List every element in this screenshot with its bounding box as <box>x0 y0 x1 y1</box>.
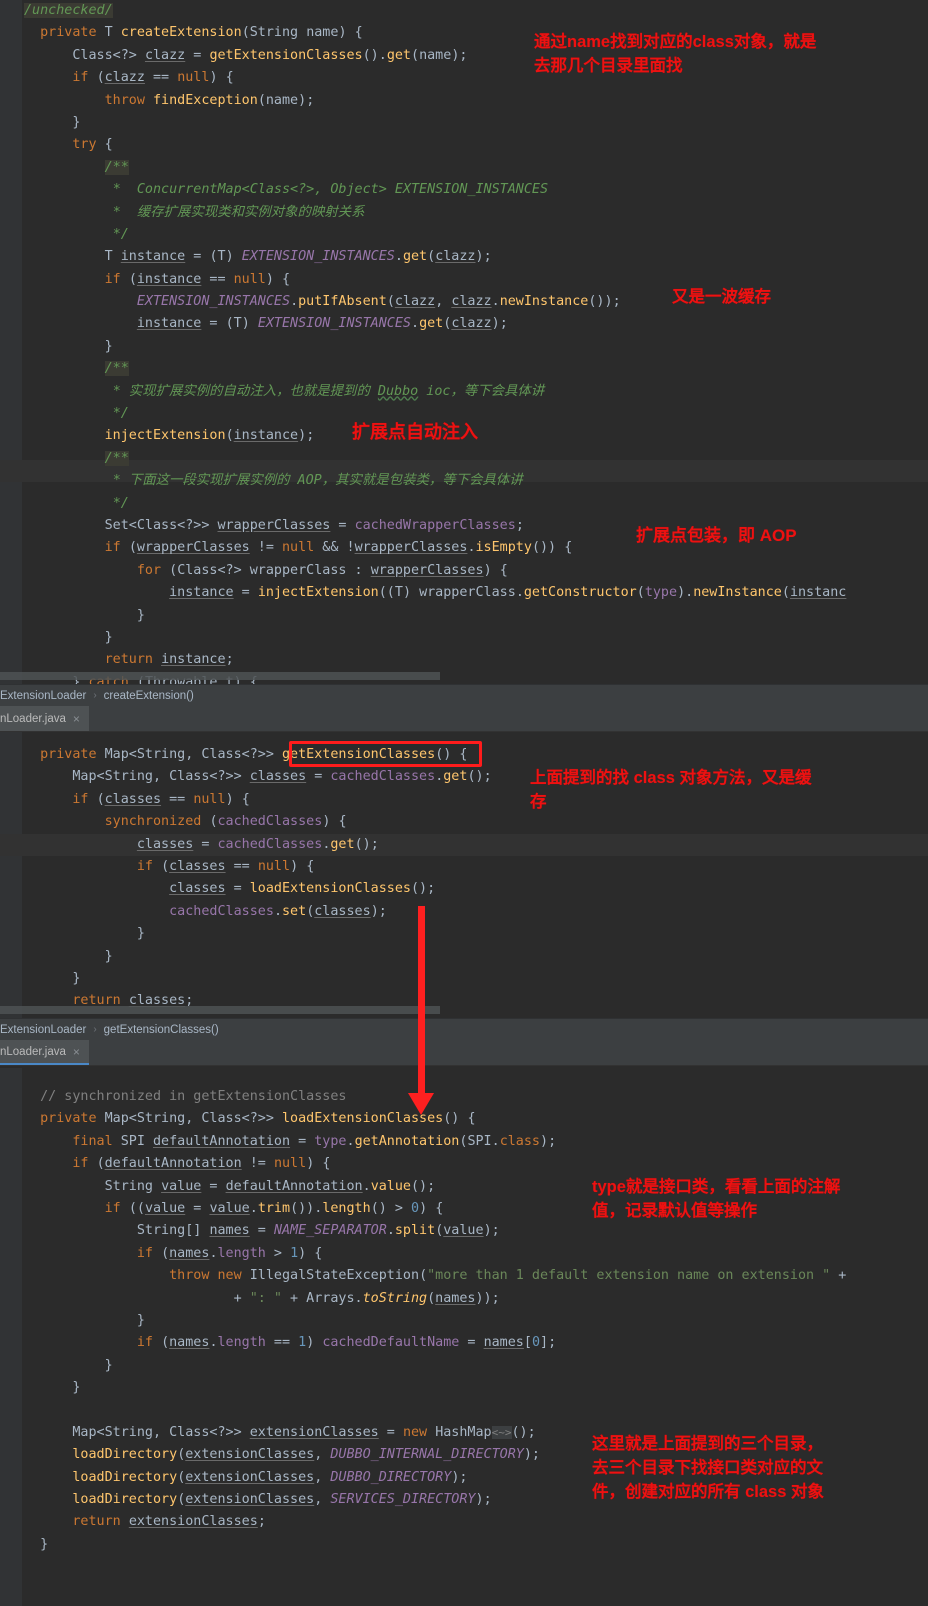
annotation-type-is-interface: type就是接口类，看看上面的注解 值，记录默认值等操作 <box>592 1178 841 1220</box>
annotation-wrapper-aop: 扩展点包装，即 AOP <box>636 526 797 545</box>
annotation-auto-inject: 扩展点自动注入 <box>352 422 478 442</box>
annotation-three-directories: 这里就是上面提到的三个目录， 去三个目录下找接口类对应的文 件，创建对应的所有 … <box>592 1435 824 1501</box>
breadcrumb-create-extension[interactable]: ExtensionLoader › createExtension() <box>0 684 928 706</box>
horizontal-scroll-shade[interactable] <box>0 1006 440 1014</box>
tab-strip-2[interactable]: nLoader.java × <box>0 1040 928 1066</box>
breadcrumb-separator-icon: › <box>93 1024 97 1035</box>
annotation-cache-again: 又是一波缓存 <box>672 288 771 306</box>
annotation-find-class-method: 上面提到的找 class 对象方法，又是缓 存 <box>530 769 812 811</box>
tab-strip-1[interactable]: nLoader.java × <box>0 706 928 732</box>
editor-tab-label: nLoader.java <box>0 1045 66 1058</box>
annotation-arrow-head <box>408 1093 434 1115</box>
editor-tab[interactable]: nLoader.java × <box>0 1040 89 1065</box>
editor-pane-create-extension[interactable]: /unchecked/ private T createExtension(St… <box>0 0 928 684</box>
annotation-arrow-shaft <box>418 906 425 1098</box>
ide-screenshot: /unchecked/ private T createExtension(St… <box>0 0 928 1606</box>
annotation-find-class-by-name: 通过name找到对应的class对象，就是 去那几个目录里面找 <box>534 33 817 75</box>
editor-tab[interactable]: nLoader.java × <box>0 706 89 731</box>
close-icon[interactable]: × <box>73 713 80 725</box>
breadcrumb-method[interactable]: getExtensionClasses() <box>104 1024 219 1036</box>
breadcrumb-method[interactable]: createExtension() <box>104 690 194 702</box>
close-icon[interactable]: × <box>73 1046 80 1058</box>
horizontal-scroll-shade[interactable] <box>0 672 440 680</box>
code-block-create-extension[interactable]: /unchecked/ private T createExtension(St… <box>0 0 928 684</box>
editor-tab-label: nLoader.java <box>0 712 66 725</box>
breadcrumb-separator-icon: › <box>93 690 97 701</box>
editor-pane-load-extension-classes[interactable]: // synchronized in getExtensionClasses p… <box>0 1068 928 1606</box>
breadcrumb-class[interactable]: ExtensionLoader <box>0 1024 86 1036</box>
breadcrumb-get-extension-classes[interactable]: ExtensionLoader › getExtensionClasses() <box>0 1018 928 1040</box>
breadcrumb-class[interactable]: ExtensionLoader <box>0 690 86 702</box>
